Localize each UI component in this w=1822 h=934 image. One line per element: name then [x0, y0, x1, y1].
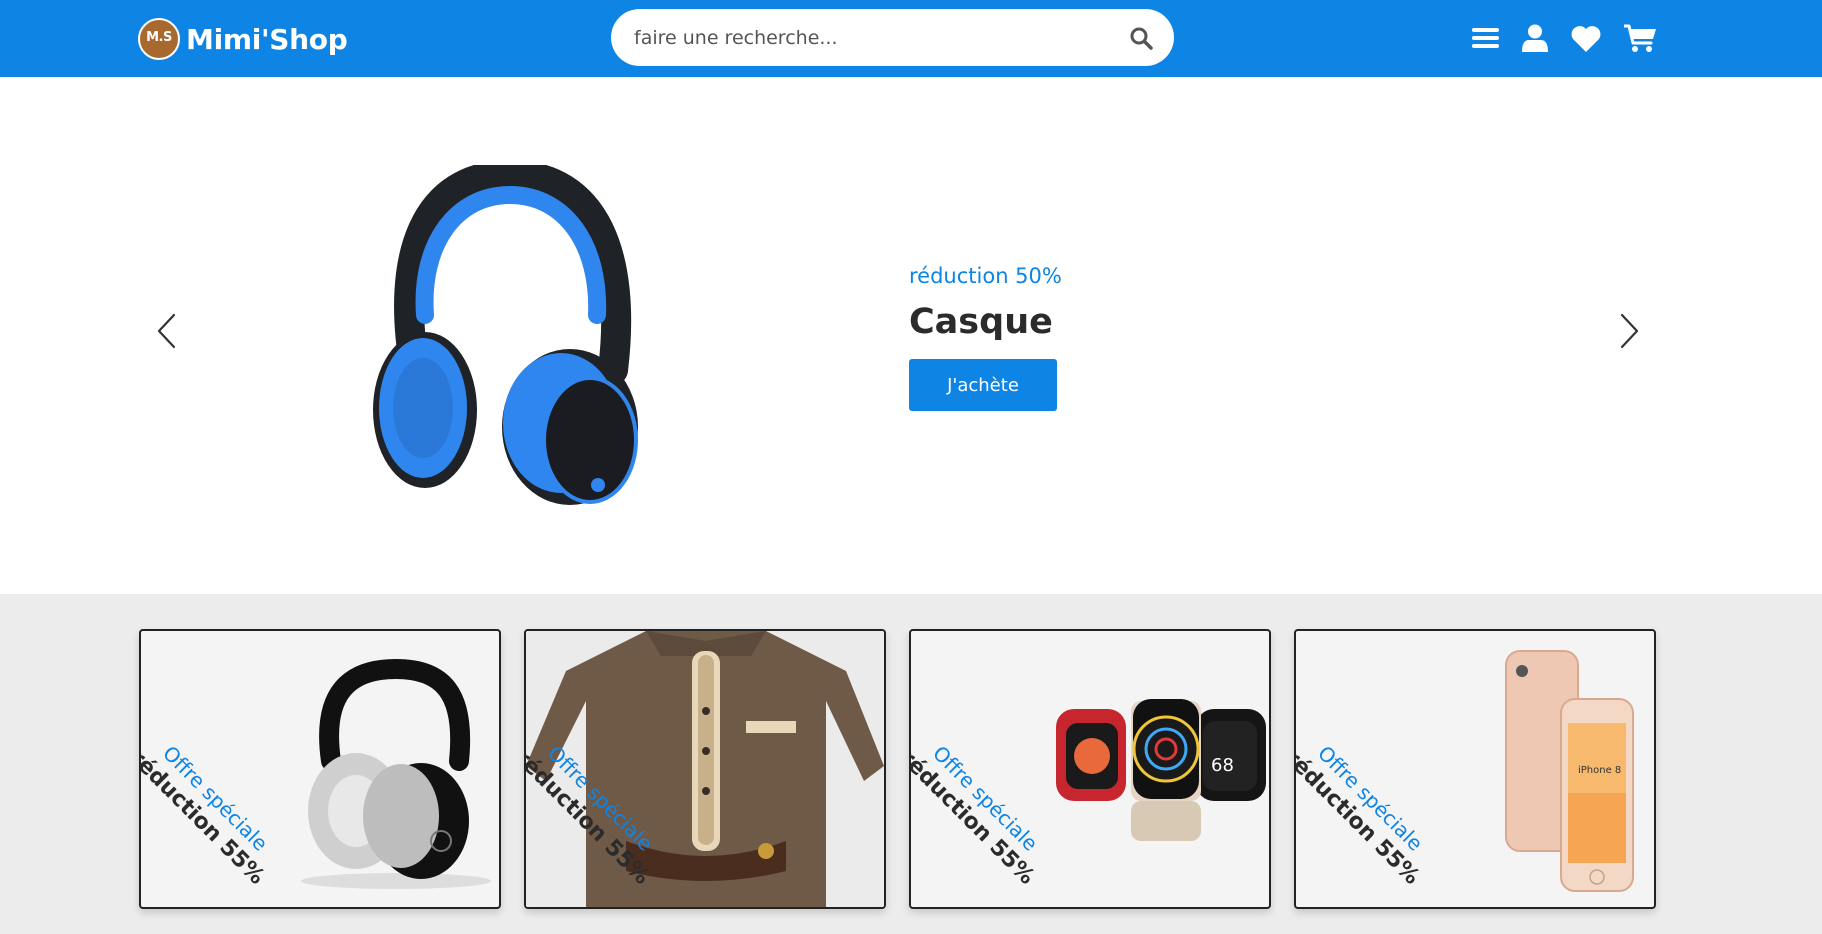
hero-slider: réduction 50% Casque J'achète	[0, 77, 1822, 594]
hero-title: Casque	[909, 302, 1053, 342]
search-bar	[611, 9, 1174, 66]
buy-button[interactable]: J'achète	[909, 359, 1057, 411]
heart-icon	[1571, 25, 1601, 52]
chevron-right-icon	[1620, 313, 1639, 349]
top-header: M.S Mimi'Shop	[0, 0, 1822, 77]
user-icon	[1522, 24, 1548, 52]
logo-monogram: M.S	[146, 29, 172, 45]
slider-prev-button[interactable]	[146, 311, 186, 351]
logo-text: Mimi'Shop	[186, 22, 348, 56]
special-offers-section: Offre spéciale réduction 55% Offre spéci…	[0, 594, 1822, 934]
slider-next-button[interactable]	[1610, 311, 1650, 351]
wishlist-button[interactable]	[1566, 18, 1606, 58]
offer-card[interactable]: iPhone 8 Offre spéciale réduction 55%	[1294, 629, 1656, 909]
offer-card[interactable]: 68 Offre spéciale réduction 55%	[909, 629, 1271, 909]
search-icon	[1130, 27, 1153, 50]
cart-button[interactable]	[1620, 18, 1660, 58]
chevron-left-icon	[157, 313, 176, 349]
svg-text:iPhone 8: iPhone 8	[1578, 765, 1621, 776]
offer-card[interactable]: Offre spéciale réduction 55%	[139, 629, 501, 909]
account-button[interactable]	[1515, 18, 1555, 58]
offer-card[interactable]: Offre spéciale réduction 55%	[524, 629, 886, 909]
hero-subtitle: réduction 50%	[909, 264, 1062, 288]
menu-icon	[1471, 28, 1499, 48]
logo[interactable]: M.S Mimi'Shop	[138, 18, 348, 60]
menu-button[interactable]	[1465, 18, 1505, 58]
hero-product-image	[373, 165, 638, 505]
logo-badge: M.S	[138, 18, 180, 60]
search-input[interactable]	[634, 26, 1126, 49]
svg-text:68: 68	[1211, 755, 1234, 776]
search-button[interactable]	[1126, 23, 1156, 53]
hero-content: réduction 50% Casque J'achète	[909, 263, 1062, 411]
cart-icon	[1623, 24, 1656, 52]
